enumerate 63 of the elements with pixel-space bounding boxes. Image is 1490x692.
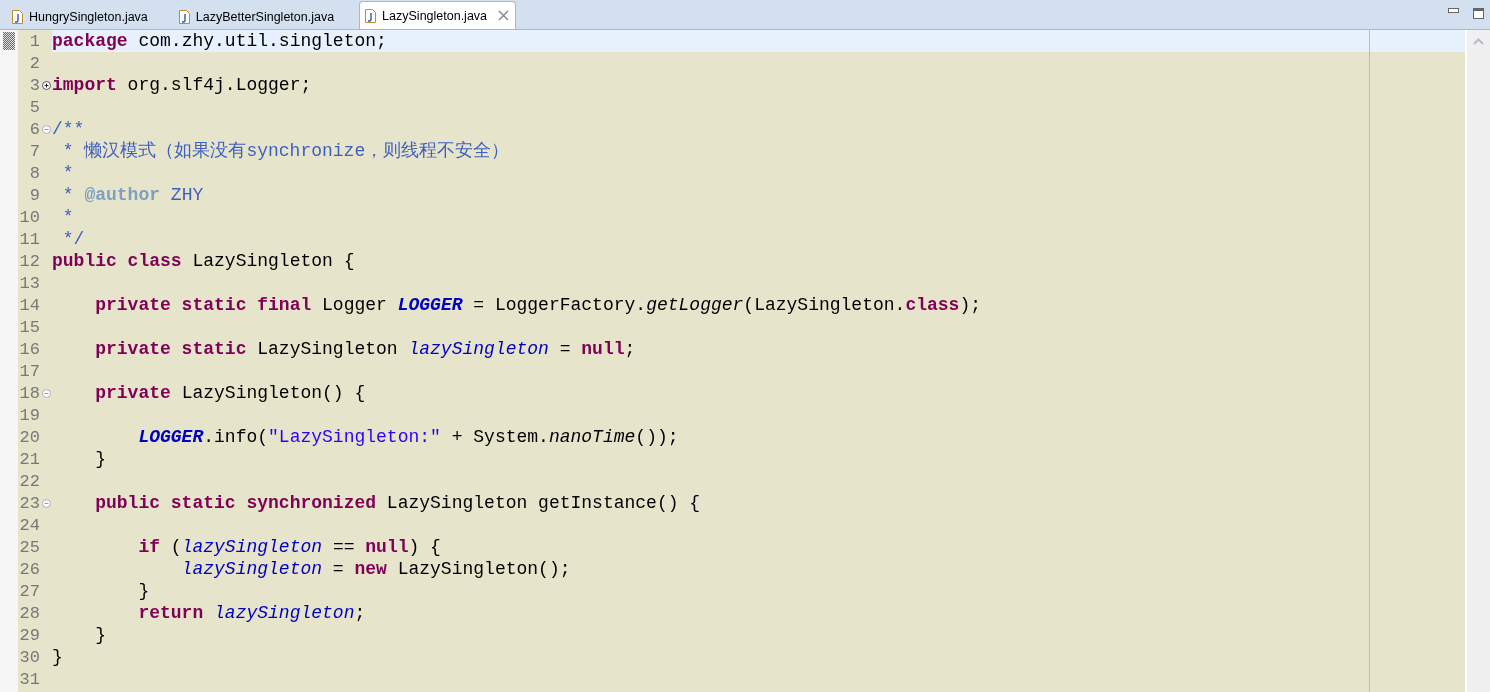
java-file-icon (364, 8, 378, 23)
code-line: /** (52, 118, 86, 140)
code-line: private static LazySingleton lazySingleton = null; (94, 338, 637, 360)
line-number: 7 (28, 141, 40, 161)
code-line: */ (61, 228, 86, 250)
minimize-icon[interactable] (1448, 8, 1459, 13)
code-line: * 懒汉模式（如果没有synchronize，则线程不安全） (61, 140, 511, 162)
code-line: * (61, 162, 75, 184)
code-line: private LazySingleton() { (94, 382, 367, 404)
line-number: 28 (18, 603, 40, 623)
code-line: private static final Logger LOGGER = LoggerFactory.getLogger(LazySingleton.class); (94, 294, 982, 316)
line-number: 15 (18, 317, 40, 337)
java-file-icon (177, 9, 191, 24)
line-number: 29 (18, 625, 40, 645)
line-number: 16 (18, 339, 40, 359)
line-number: 17 (18, 361, 40, 381)
code-line: * @author ZHY (61, 184, 205, 206)
code-line: lazySingleton = new LazySingleton(); (180, 558, 572, 580)
line-number: 20 (18, 427, 40, 447)
code-line: if (lazySingleton == null) { (137, 536, 442, 558)
editor-tab[interactable]: HungrySingleton.java (6, 3, 161, 29)
line-number: 12 (18, 251, 40, 271)
line-number: 11 (18, 229, 40, 249)
line-number: 2 (28, 53, 40, 73)
code-line: public class LazySingleton { (52, 250, 356, 272)
line-number: 24 (18, 515, 40, 535)
collapse-icon[interactable] (41, 388, 51, 398)
line-number: 18 (18, 383, 40, 403)
line-number: 14 (18, 295, 40, 315)
line-number: 31 (18, 669, 40, 689)
line-number: 19 (18, 405, 40, 425)
line-number: 3 (28, 75, 40, 95)
line-number: 23 (18, 493, 40, 513)
collapse-icon[interactable] (41, 124, 51, 134)
editor-tab[interactable]: LazyBetterSingleton.java (172, 3, 348, 29)
code-line: import org.slf4j.Logger; (52, 74, 313, 96)
line-number: 21 (18, 449, 40, 469)
code-line: } (137, 580, 151, 602)
code-line: * (61, 206, 75, 228)
line-number: 5 (28, 97, 40, 117)
line-number: 1 (28, 31, 40, 51)
line-number: 27 (18, 581, 40, 601)
code-line: return lazySingleton; (137, 602, 367, 624)
code-line: } (52, 646, 64, 668)
expand-icon[interactable] (41, 80, 51, 90)
close-icon[interactable] (498, 10, 510, 21)
code-line: } (94, 624, 107, 646)
code-line: public static synchronized LazySingleton getInstance() { (94, 492, 702, 514)
line-number: 6 (28, 119, 40, 139)
code-line: LOGGER.info("LazySingleton:" + System.nanoTime()); (137, 426, 680, 448)
line-number: 22 (18, 471, 40, 491)
java-file-icon (11, 9, 24, 24)
line-number: 9 (28, 185, 40, 205)
line-number: 25 (18, 537, 40, 557)
editor-tab[interactable]: LazySingleton.java (359, 1, 517, 29)
maximize-icon[interactable] (1473, 8, 1484, 19)
line-number: 30 (18, 647, 40, 667)
code-line: } (94, 448, 107, 470)
line-number: 13 (18, 273, 40, 293)
line-number: 8 (28, 163, 40, 183)
line-number: 26 (18, 559, 40, 579)
collapse-icon[interactable] (41, 498, 51, 508)
line-number: 10 (18, 207, 40, 227)
